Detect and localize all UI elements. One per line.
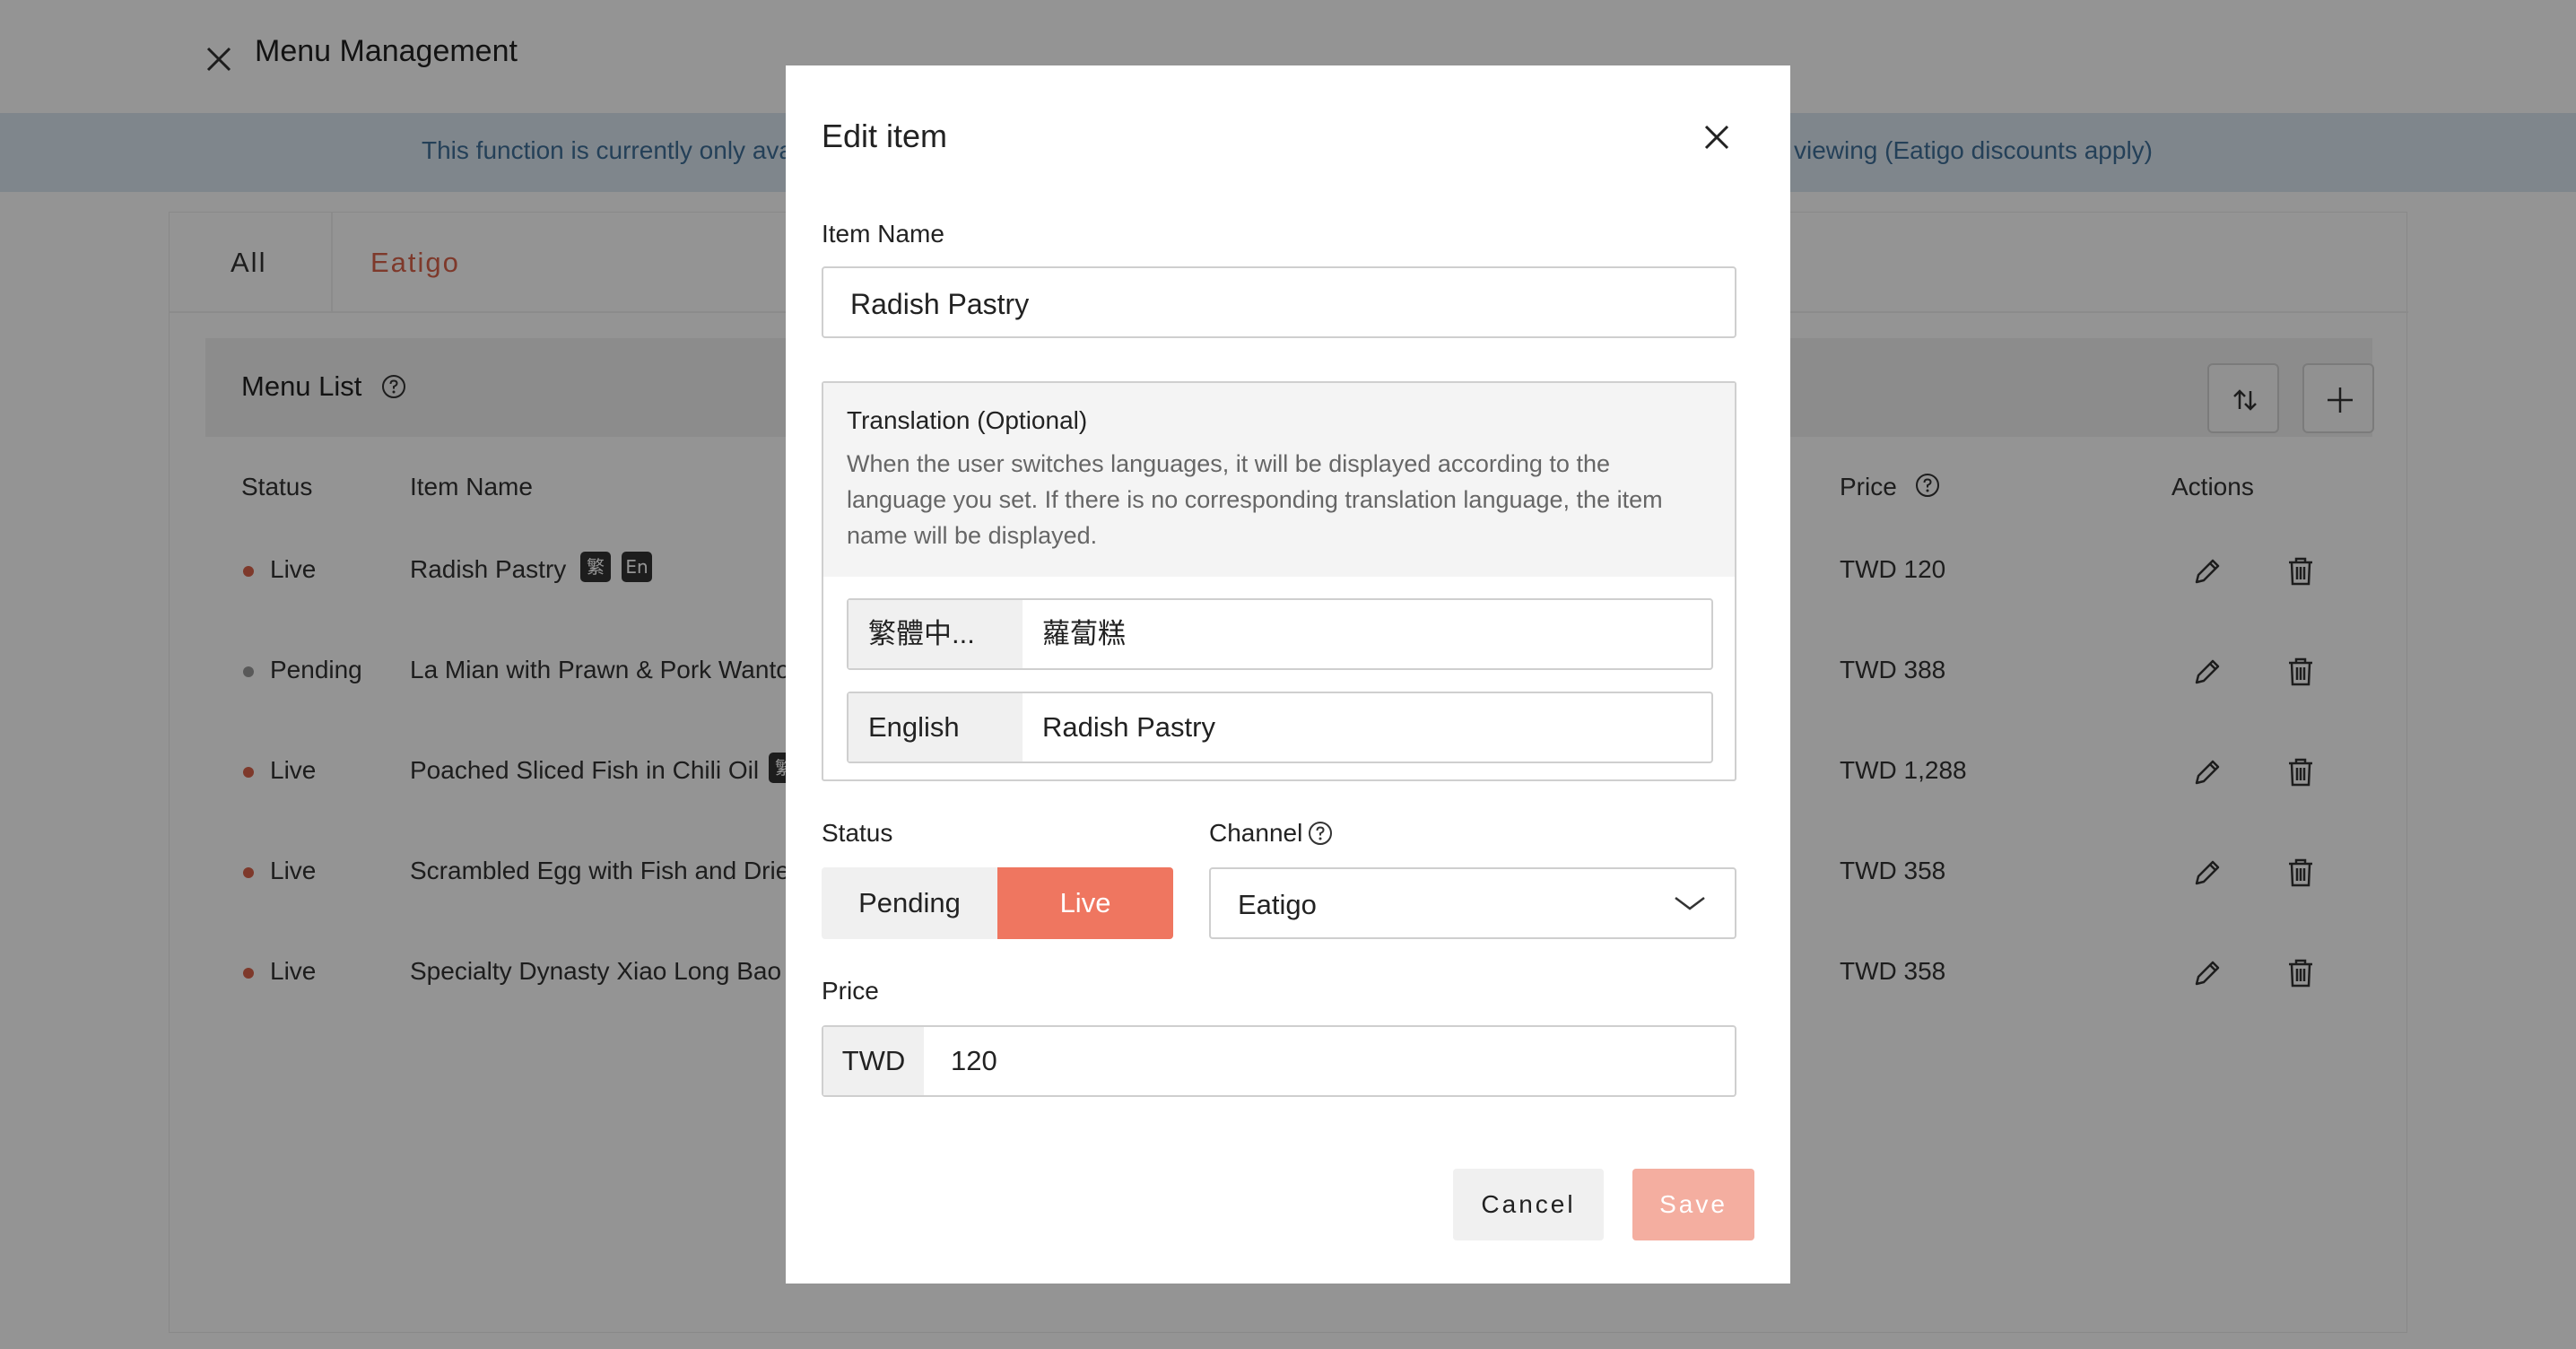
edit-item-dialog: Edit item Item Name Radish Pastry Transl…: [786, 65, 1790, 1284]
help-icon[interactable]: [1308, 821, 1333, 850]
item-name-value: Radish Pastry: [850, 288, 1030, 320]
translation-value: 蘿蔔糕: [1042, 618, 1126, 649]
translation-value: Radish Pastry: [1042, 711, 1215, 743]
item-name-input[interactable]: Radish Pastry: [822, 266, 1736, 338]
status-option-live[interactable]: Live: [997, 867, 1173, 939]
translation-language: 繁體中...: [849, 600, 1023, 668]
translation-field-en[interactable]: English Radish Pastry: [847, 692, 1713, 763]
status-option-pending[interactable]: Pending: [822, 867, 997, 939]
close-icon[interactable]: [1699, 119, 1735, 155]
translation-section: Translation (Optional) When the user swi…: [822, 381, 1736, 781]
price-input[interactable]: TWD 120: [822, 1025, 1736, 1097]
save-button[interactable]: Save: [1632, 1169, 1754, 1240]
translation-field-zh[interactable]: 繁體中... 蘿蔔糕: [847, 598, 1713, 670]
channel-select[interactable]: Eatigo: [1209, 867, 1736, 939]
cancel-button[interactable]: Cancel: [1453, 1169, 1604, 1240]
price-value: 120: [951, 1045, 997, 1076]
translation-description: When the user switches languages, it wil…: [847, 450, 1663, 549]
item-name-label: Item Name: [822, 220, 944, 248]
currency-label: TWD: [823, 1027, 924, 1095]
translation-title: Translation (Optional): [847, 406, 1088, 434]
channel-value: Eatigo: [1238, 889, 1317, 920]
status-label: Status: [822, 819, 893, 847]
price-label: Price: [822, 977, 879, 1005]
channel-label: Channel: [1209, 819, 1303, 847]
translation-header: Translation (Optional) When the user swi…: [823, 383, 1735, 577]
dialog-title: Edit item: [822, 117, 948, 154]
translation-language: English: [849, 693, 1023, 762]
chevron-down-icon: [1672, 892, 1708, 918]
